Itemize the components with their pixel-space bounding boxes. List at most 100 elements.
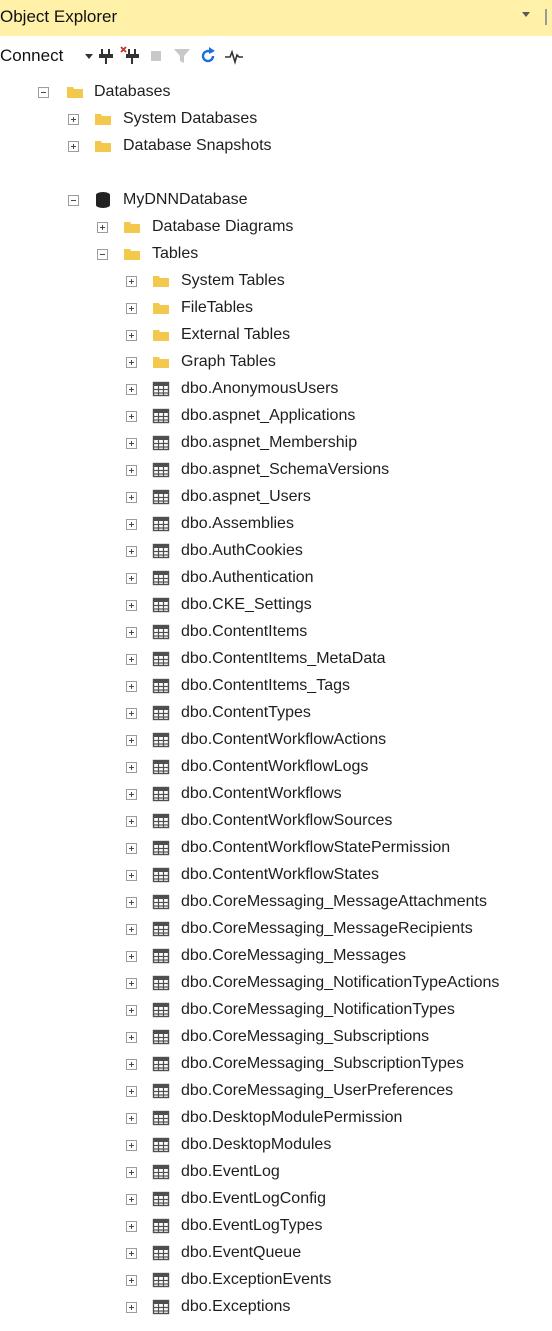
expand-toggle-icon[interactable] [126, 1302, 137, 1313]
expand-toggle-icon[interactable] [126, 1086, 137, 1097]
tree-node-external-tables[interactable]: External Tables [0, 323, 552, 349]
expand-toggle-icon[interactable] [126, 816, 137, 827]
tree-node-table[interactable]: dbo.ContentWorkflowSources [0, 809, 552, 835]
collapse-toggle-icon[interactable] [38, 87, 49, 98]
expand-toggle-icon[interactable] [126, 654, 137, 665]
tree-node-table[interactable]: dbo.ContentItems_Tags [0, 674, 552, 700]
tree-node-table[interactable]: dbo.EventLogTypes [0, 1214, 552, 1240]
expand-toggle-icon[interactable] [126, 924, 137, 935]
tree-node-table[interactable]: dbo.Exceptions [0, 1295, 552, 1321]
tree-node-table[interactable]: dbo.ContentWorkflowActions [0, 728, 552, 754]
expand-toggle-icon[interactable] [126, 897, 137, 908]
stop-icon[interactable] [146, 46, 166, 66]
tree-node-table[interactable]: dbo.CoreMessaging_NotificationTypes [0, 998, 552, 1024]
expand-toggle-icon[interactable] [126, 681, 137, 692]
tree-node-table[interactable]: dbo.DesktopModulePermission [0, 1106, 552, 1132]
tree-node-table[interactable]: dbo.EventLogConfig [0, 1187, 552, 1213]
expand-toggle-icon[interactable] [126, 276, 137, 287]
tree-node-table[interactable]: dbo.aspnet_Membership [0, 431, 552, 457]
connect-button[interactable]: Connect [0, 46, 63, 66]
tree-node-table[interactable]: dbo.ExceptionEvents [0, 1268, 552, 1294]
tree-node-table[interactable]: dbo.CoreMessaging_Subscriptions [0, 1025, 552, 1051]
expand-toggle-icon[interactable] [126, 735, 137, 746]
expand-toggle-icon[interactable] [126, 870, 137, 881]
expand-toggle-icon[interactable] [126, 1275, 137, 1286]
tree-node-table[interactable]: dbo.aspnet_Users [0, 485, 552, 511]
expand-toggle-icon[interactable] [97, 222, 108, 233]
connect-plug-icon[interactable] [96, 46, 116, 66]
tree-node-table[interactable]: dbo.EventLog [0, 1160, 552, 1186]
expand-toggle-icon[interactable] [126, 573, 137, 584]
tree-node-system-tables[interactable]: System Tables [0, 269, 552, 295]
tree-node-table[interactable]: dbo.ContentWorkflowLogs [0, 755, 552, 781]
expand-toggle-icon[interactable] [126, 762, 137, 773]
tree-node-table[interactable]: dbo.EventQueue [0, 1241, 552, 1267]
connect-dropdown-icon[interactable] [85, 54, 93, 59]
expand-toggle-icon[interactable] [126, 465, 137, 476]
tree-node-table[interactable]: dbo.aspnet_Applications [0, 404, 552, 430]
expand-toggle-icon[interactable] [126, 357, 137, 368]
expand-toggle-icon[interactable] [126, 1221, 137, 1232]
expand-toggle-icon[interactable] [126, 1194, 137, 1205]
tree-node-table[interactable]: dbo.CoreMessaging_UserPreferences [0, 1079, 552, 1105]
tree-node-table[interactable]: dbo.CoreMessaging_Messages [0, 944, 552, 970]
tree-node-table[interactable]: dbo.CoreMessaging_NotificationTypeAction… [0, 971, 552, 997]
tree-node-table[interactable]: dbo.Authentication [0, 566, 552, 592]
tree-node-table[interactable]: dbo.Assemblies [0, 512, 552, 538]
tree-node-table[interactable]: dbo.ContentTypes [0, 701, 552, 727]
tree-node-table[interactable]: dbo.DesktopModules [0, 1133, 552, 1159]
expand-toggle-icon[interactable] [126, 492, 137, 503]
tree-node-table[interactable]: dbo.ContentItems_MetaData [0, 647, 552, 673]
disconnect-plug-icon[interactable] [120, 46, 140, 66]
filter-icon[interactable] [172, 46, 192, 66]
expand-toggle-icon[interactable] [126, 438, 137, 449]
tree-node-database-diagrams[interactable]: Database Diagrams [0, 215, 552, 241]
refresh-icon[interactable] [198, 46, 218, 66]
expand-toggle-icon[interactable] [126, 1059, 137, 1070]
tree-node-table[interactable]: dbo.ContentWorkflowStates [0, 863, 552, 889]
tree-node-table[interactable]: dbo.aspnet_SchemaVersions [0, 458, 552, 484]
expand-toggle-icon[interactable] [126, 303, 137, 314]
expand-toggle-icon[interactable] [126, 600, 137, 611]
tree-node-my-database[interactable]: MyDNNDatabase [0, 188, 552, 214]
tree-node-table[interactable]: dbo.ContentWorkflowStatePermission [0, 836, 552, 862]
tree-node-database-snapshots[interactable]: Database Snapshots [0, 134, 552, 160]
auto-hide-pin-icon[interactable] [545, 9, 552, 25]
expand-toggle-icon[interactable] [126, 384, 137, 395]
tree-node-system-databases[interactable]: System Databases [0, 107, 552, 133]
tree-node-graph-tables[interactable]: Graph Tables [0, 350, 552, 376]
expand-toggle-icon[interactable] [126, 708, 137, 719]
expand-toggle-icon[interactable] [126, 978, 137, 989]
tree-node-file-tables[interactable]: FileTables [0, 296, 552, 322]
expand-toggle-icon[interactable] [126, 1167, 137, 1178]
collapse-toggle-icon[interactable] [68, 195, 79, 206]
expand-toggle-icon[interactable] [126, 519, 137, 530]
tree-node-table[interactable]: dbo.CKE_Settings [0, 593, 552, 619]
tree-node-table[interactable]: dbo.ContentItems [0, 620, 552, 646]
expand-toggle-icon[interactable] [126, 951, 137, 962]
expand-toggle-icon[interactable] [126, 1032, 137, 1043]
tree-node-databases[interactable]: Databases [0, 80, 552, 106]
expand-toggle-icon[interactable] [126, 1140, 137, 1151]
collapse-toggle-icon[interactable] [97, 249, 108, 260]
expand-toggle-icon[interactable] [126, 1005, 137, 1016]
tree-node-tables[interactable]: Tables [0, 242, 552, 268]
expand-toggle-icon[interactable] [126, 330, 137, 341]
window-position-dropdown-icon[interactable] [522, 12, 530, 17]
expand-toggle-icon[interactable] [126, 789, 137, 800]
expand-toggle-icon[interactable] [126, 1113, 137, 1124]
expand-toggle-icon[interactable] [68, 114, 79, 125]
tree-node-table[interactable]: dbo.CoreMessaging_SubscriptionTypes [0, 1052, 552, 1078]
expand-toggle-icon[interactable] [126, 1248, 137, 1259]
expand-toggle-icon[interactable] [126, 546, 137, 557]
activity-monitor-icon[interactable] [224, 46, 244, 66]
expand-toggle-icon[interactable] [126, 843, 137, 854]
tree-node-table[interactable]: dbo.ContentWorkflows [0, 782, 552, 808]
expand-toggle-icon[interactable] [126, 627, 137, 638]
tree-node-table[interactable]: dbo.CoreMessaging_MessageRecipients [0, 917, 552, 943]
tree-node-table[interactable]: dbo.AuthCookies [0, 539, 552, 565]
tree-node-table[interactable]: dbo.CoreMessaging_MessageAttachments [0, 890, 552, 916]
expand-toggle-icon[interactable] [68, 141, 79, 152]
expand-toggle-icon[interactable] [126, 411, 137, 422]
tree-node-table[interactable]: dbo.AnonymousUsers [0, 377, 552, 403]
